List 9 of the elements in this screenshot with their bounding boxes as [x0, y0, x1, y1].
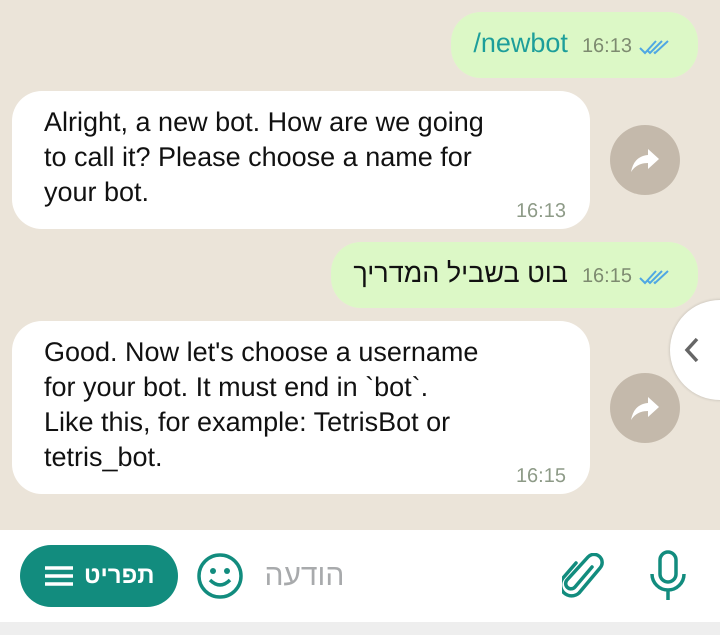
message-time: 16:13 [582, 35, 632, 58]
message-time: 16:13 [516, 200, 566, 223]
message-text: בוט בשביל המדריך [353, 257, 568, 290]
message-text: Good. Now let's choose a username for your bot. It must end in `bot`. Like this, for example: TetrisBot or tetris_bot. [44, 336, 480, 474]
message-text: Alright, a new bot. How are we going to call it? Please choose a name for your bot. [44, 106, 484, 209]
menu-button[interactable]: תפריט [20, 545, 178, 607]
message-time: 16:15 [582, 265, 632, 288]
message-text: /newbot [473, 27, 568, 60]
message-time: 16:15 [516, 465, 566, 488]
